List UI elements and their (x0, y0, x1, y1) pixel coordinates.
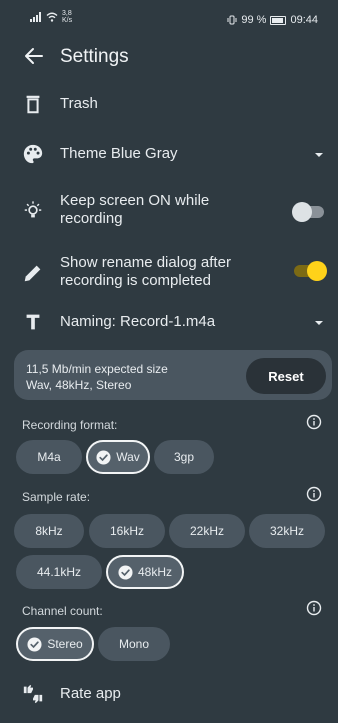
wifi-icon (46, 12, 58, 22)
sample-rate-chip-8khz[interactable]: 8kHz (14, 514, 84, 548)
info-icon[interactable] (306, 414, 322, 430)
theme-row[interactable]: Theme Blue Gray (0, 140, 338, 170)
back-arrow-icon[interactable] (22, 44, 46, 68)
reset-button[interactable]: Reset (246, 358, 326, 394)
format-chip-wav[interactable]: Wav (86, 440, 150, 474)
format-chip-m4a[interactable]: M4a (16, 440, 82, 474)
check-circle-icon (27, 636, 42, 652)
thumbs-up-down-icon (23, 684, 43, 704)
status-bar: 3,8 K/s 99 % 09:44 (0, 0, 338, 36)
rate-app-label: Rate app (60, 685, 121, 702)
recording-format-label: Recording format: (22, 418, 118, 432)
network-speed-unit: K/s (62, 17, 73, 24)
info-icon[interactable] (306, 486, 322, 502)
app-bar: Settings (0, 38, 338, 74)
text-format-icon (26, 314, 40, 330)
trash-row[interactable]: Trash (0, 90, 338, 120)
rename-dialog-label: Show rename dialog after recording is co… (60, 254, 231, 289)
format-summary-text: Wav, 48kHz, Stereo (26, 378, 132, 392)
channel-chip-stereo[interactable]: Stereo (16, 627, 94, 661)
sample-rate-label: Sample rate: (22, 490, 91, 504)
keep-screen-on-toggle[interactable] (292, 202, 324, 222)
keep-screen-on-row[interactable]: Keep screen ON while recording (0, 190, 338, 234)
battery-percent: 99 % (241, 14, 267, 26)
battery-icon (270, 15, 287, 25)
trash-label: Trash (60, 95, 98, 112)
sample-rate-chip-16khz[interactable]: 16kHz (89, 514, 165, 548)
channel-chip-mono[interactable]: Mono (98, 627, 170, 661)
network-speed-value: 3,8 (62, 10, 72, 17)
expected-size-text: 11,5 Mb/min expected size (26, 362, 168, 376)
sample-rate-chip-22khz[interactable]: 22kHz (169, 514, 245, 548)
lightbulb-icon (24, 201, 42, 218)
naming-label: Naming: Record-1.m4a (60, 313, 216, 330)
info-icon[interactable] (306, 600, 322, 616)
vibrate-icon (227, 15, 237, 25)
check-circle-icon (118, 564, 133, 580)
pencil-icon (24, 265, 41, 282)
signal-icon (30, 12, 41, 22)
sample-rate-chip-32khz[interactable]: 32kHz (249, 514, 325, 548)
toggle-knob (292, 202, 312, 222)
palette-icon (23, 144, 43, 164)
sample-rate-chip-44-1khz[interactable]: 44.1kHz (16, 555, 102, 589)
keep-screen-on-label: Keep screen ON while recording (60, 192, 210, 227)
dropdown-caret-icon (315, 153, 323, 157)
clock: 09:44 (290, 14, 318, 26)
trash-icon (26, 95, 40, 114)
page-title: Settings (60, 46, 129, 67)
check-circle-icon (96, 449, 111, 465)
dropdown-caret-icon (315, 321, 323, 325)
naming-row[interactable]: Naming: Record-1.m4a (0, 308, 338, 338)
rename-dialog-toggle[interactable] (294, 261, 327, 281)
rename-dialog-row[interactable]: Show rename dialog after recording is co… (0, 252, 338, 296)
format-chip-3gp[interactable]: 3gp (154, 440, 214, 474)
channel-count-label: Channel count: (22, 604, 103, 618)
theme-label: Theme Blue Gray (60, 145, 178, 162)
toggle-knob (307, 261, 327, 281)
recording-info-card: 11,5 Mb/min expected size Wav, 48kHz, St… (14, 350, 332, 400)
rate-app-row[interactable]: Rate app (0, 680, 338, 710)
sample-rate-chip-48khz[interactable]: 48kHz (106, 555, 184, 589)
